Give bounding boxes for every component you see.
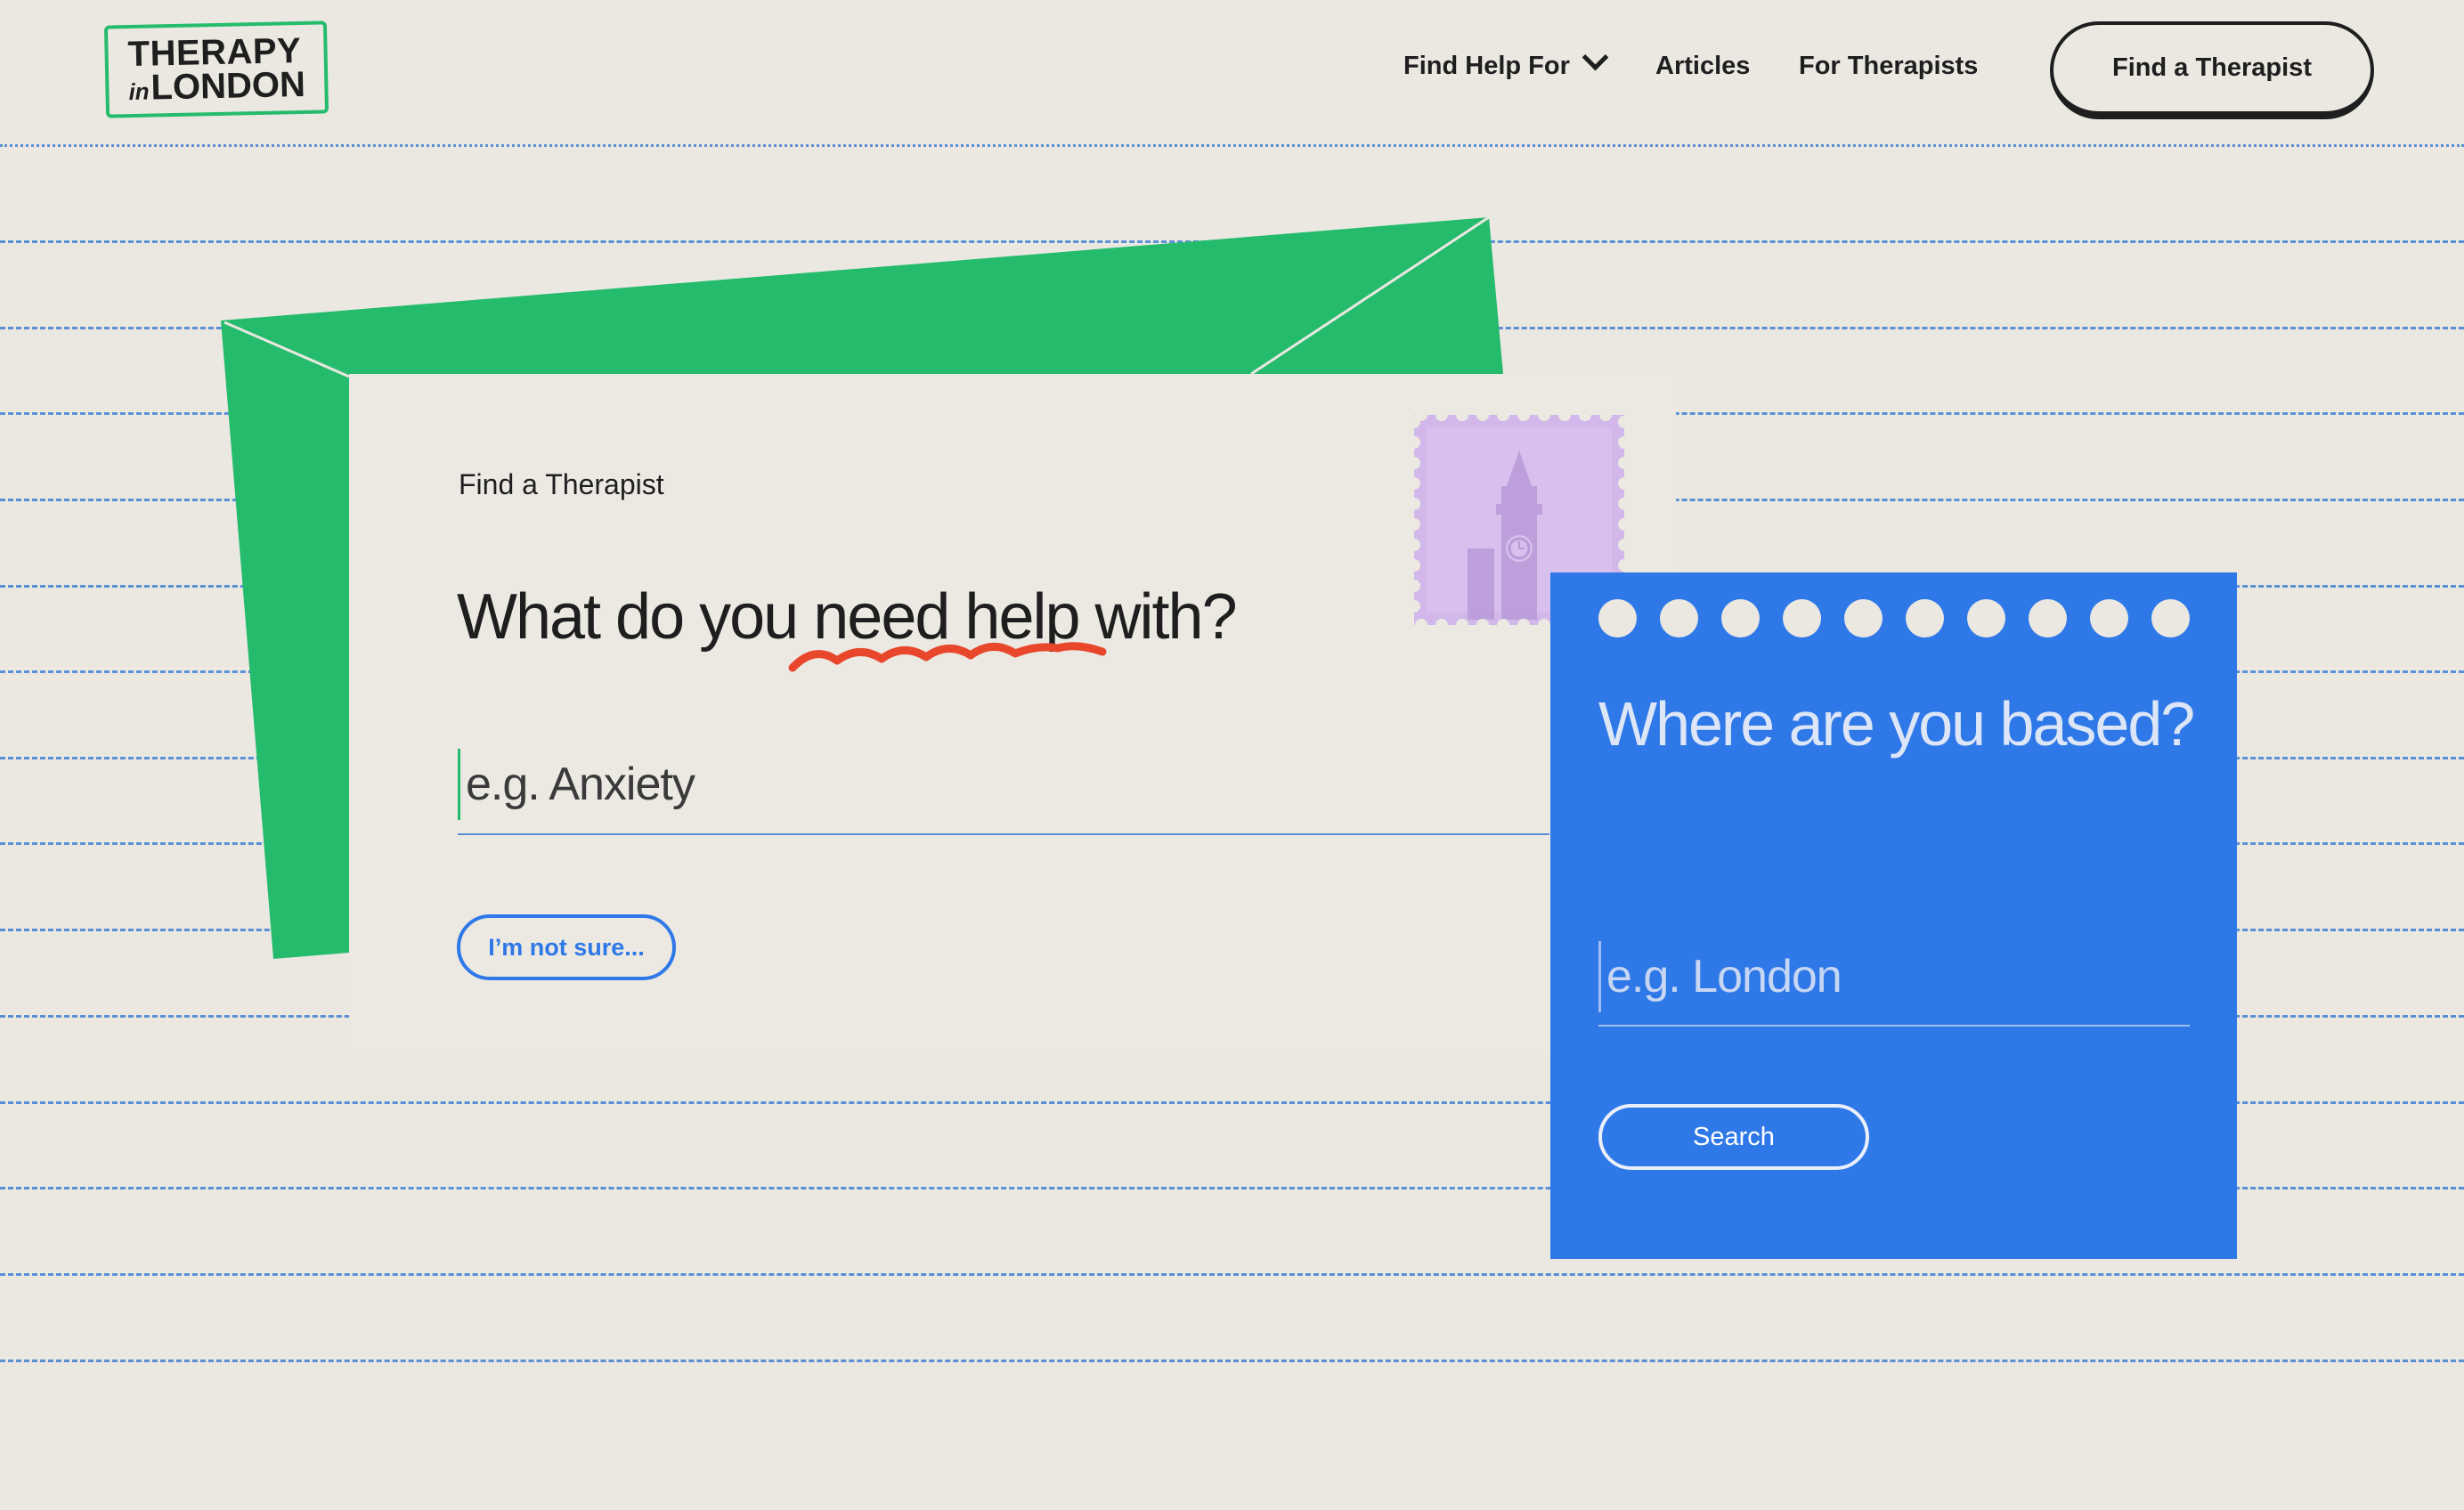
binder-hole xyxy=(1783,599,1821,637)
binder-hole xyxy=(1660,599,1698,637)
location-input[interactable]: e.g. London xyxy=(1598,929,2190,1027)
binder-holes xyxy=(1598,599,2190,637)
search-button[interactable]: Search xyxy=(1598,1104,1869,1170)
search-button-label: Search xyxy=(1693,1122,1775,1151)
help-topic-input[interactable]: e.g. Anxiety xyxy=(458,735,1549,835)
location-card: Where are you based? e.g. London Search xyxy=(1550,572,2237,1259)
binder-hole xyxy=(1967,599,2005,637)
text-caret xyxy=(458,749,460,820)
binder-hole xyxy=(1721,599,1760,637)
binder-hole xyxy=(2090,599,2128,637)
page: THERAPY inLONDON Find Help For Articles … xyxy=(0,0,2464,1510)
binder-hole xyxy=(1844,599,1883,637)
binder-hole xyxy=(1598,599,1637,637)
location-question-heading: Where are you based? xyxy=(1598,689,2195,759)
help-topic-placeholder: e.g. Anxiety xyxy=(466,759,695,810)
location-placeholder: e.g. London xyxy=(1606,951,1842,1003)
not-sure-button[interactable]: I’m not sure... xyxy=(457,914,676,980)
binder-hole xyxy=(2151,599,2190,637)
binder-hole xyxy=(2029,599,2067,637)
text-caret xyxy=(1598,941,1601,1012)
not-sure-button-label: I’m not sure... xyxy=(488,933,645,961)
binder-hole xyxy=(1906,599,1944,637)
